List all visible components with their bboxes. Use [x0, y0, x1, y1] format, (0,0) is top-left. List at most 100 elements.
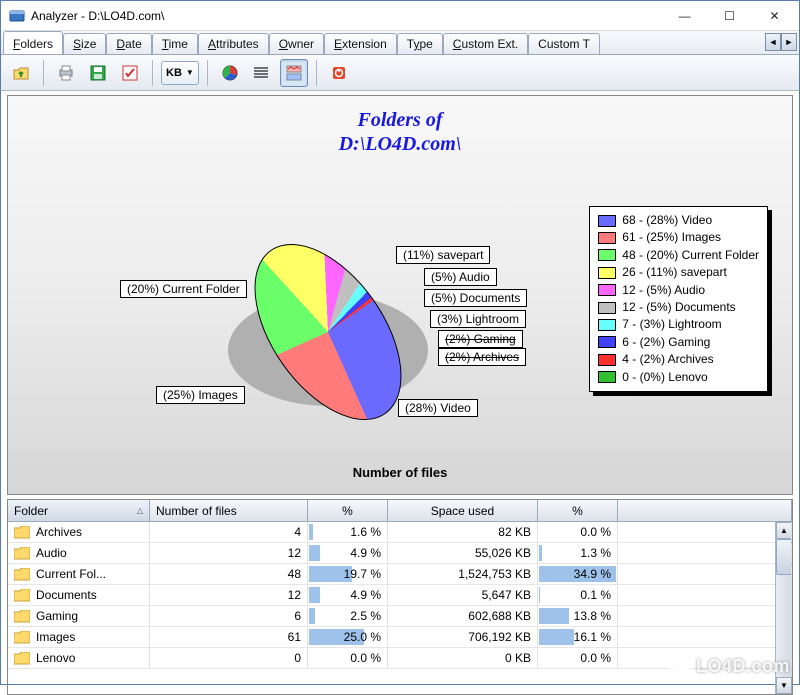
- cell-pct-space: 1.3 %: [538, 543, 618, 563]
- legend-item: 61 - (25%) Images: [598, 229, 759, 246]
- cell-pct-files: 1.6 %: [308, 522, 388, 542]
- cell-nfiles: 4: [150, 522, 308, 542]
- cell-pct-files: 25.0 %: [308, 627, 388, 647]
- column-header-space-used[interactable]: Space used: [388, 500, 538, 521]
- tab-time[interactable]: Time: [152, 33, 198, 54]
- table-row[interactable]: Images6125.0 %706,192 KB16.1 %: [8, 627, 792, 648]
- cell-space: 55,026 KB: [388, 543, 538, 563]
- close-button[interactable]: ✕: [752, 1, 797, 30]
- column-header-number-of-files[interactable]: Number of files: [150, 500, 308, 521]
- save-button[interactable]: [84, 59, 112, 87]
- tab-date[interactable]: Date: [106, 33, 151, 54]
- up-folder-button[interactable]: [7, 59, 35, 87]
- legend-item: 26 - (11%) savepart: [598, 264, 759, 281]
- table-row[interactable]: Archives41.6 %82 KB0.0 %: [8, 522, 792, 543]
- minimize-button[interactable]: —: [662, 1, 707, 30]
- cell-nfiles: 48: [150, 564, 308, 584]
- callout-current-folder: (20%) Current Folder: [120, 280, 247, 298]
- callout-audio: (5%) Audio: [424, 268, 497, 286]
- chart-and-list-view-button[interactable]: [280, 59, 308, 87]
- tab-attributes[interactable]: Attributes: [198, 33, 269, 54]
- cell-pct-space: 16.1 %: [538, 627, 618, 647]
- chart-area: Folders of D:\LO4D.com\ (28%) Video (25%…: [7, 95, 793, 495]
- cell-space: 5,647 KB: [388, 585, 538, 605]
- legend-label: 0 - (0%) Lenovo: [622, 369, 707, 386]
- tab-size[interactable]: Size: [63, 33, 106, 54]
- column-header-percent-files[interactable]: %: [308, 500, 388, 521]
- column-header-percent-space[interactable]: %: [538, 500, 618, 521]
- cell-space: 0 KB: [388, 648, 538, 668]
- tab-extension[interactable]: Extension: [324, 33, 397, 54]
- legend-item: 68 - (28%) Video: [598, 212, 759, 229]
- cell-folder: Documents: [8, 585, 150, 605]
- window-title: Analyzer - D:\LO4D.com\: [31, 9, 164, 23]
- cell-spacer: [618, 543, 792, 563]
- legend-label: 12 - (5%) Documents: [622, 299, 735, 316]
- column-header-folder[interactable]: Folder△: [8, 500, 150, 521]
- app-icon: [9, 8, 25, 24]
- print-button[interactable]: [52, 59, 80, 87]
- legend-swatch: [598, 249, 616, 261]
- scroll-down-button[interactable]: ▼: [776, 677, 792, 694]
- cell-spacer: [618, 627, 792, 647]
- cell-pct-space: 34.9 %: [538, 564, 618, 584]
- tabbar: FoldersSizeDateTimeAttributesOwnerExtens…: [1, 31, 799, 55]
- legend-swatch: [598, 336, 616, 348]
- legend-item: 4 - (2%) Archives: [598, 351, 759, 368]
- legend-item: 48 - (20%) Current Folder: [598, 247, 759, 264]
- cell-pct-files: 4.9 %: [308, 585, 388, 605]
- cell-spacer: [618, 606, 792, 626]
- column-header-spacer: [618, 500, 792, 521]
- sort-asc-icon: △: [137, 506, 143, 515]
- tab-owner[interactable]: Owner: [269, 33, 324, 54]
- unit-label: KB: [166, 67, 182, 79]
- legend-label: 7 - (3%) Lightroom: [622, 316, 721, 333]
- table-row[interactable]: Documents124.9 %5,647 KB0.1 %: [8, 585, 792, 606]
- folder-grid: Folder△ Number of files % Space used % ▲…: [7, 499, 793, 695]
- legend-swatch: [598, 284, 616, 296]
- legend-item: 0 - (0%) Lenovo: [598, 369, 759, 386]
- cell-folder: Lenovo: [8, 648, 150, 668]
- callout-documents: (5%) Documents: [424, 289, 527, 307]
- table-row[interactable]: Audio124.9 %55,026 KB1.3 %: [8, 543, 792, 564]
- legend-item: 12 - (5%) Audio: [598, 282, 759, 299]
- details-view-button[interactable]: [248, 59, 276, 87]
- table-row[interactable]: Current Fol...4819.7 %1,524,753 KB34.9 %: [8, 564, 792, 585]
- tab-type[interactable]: Type: [397, 33, 443, 54]
- cell-space: 82 KB: [388, 522, 538, 542]
- pie-chart-view-button[interactable]: [216, 59, 244, 87]
- tab-scroll-right[interactable]: ►: [781, 33, 797, 51]
- callout-savepart: (11%) savepart: [396, 246, 490, 264]
- legend-swatch: [598, 371, 616, 383]
- grid-header: Folder△ Number of files % Space used %: [8, 500, 792, 522]
- cell-folder: Archives: [8, 522, 150, 542]
- legend-label: 6 - (2%) Gaming: [622, 334, 710, 351]
- legend-label: 12 - (5%) Audio: [622, 282, 705, 299]
- maximize-button[interactable]: ☐: [707, 1, 752, 30]
- options-button[interactable]: [116, 59, 144, 87]
- unit-kb-dropdown[interactable]: KB ▼: [161, 61, 199, 85]
- chart-subtitle: Number of files: [8, 465, 792, 480]
- cell-nfiles: 61: [150, 627, 308, 647]
- tab-custom-t[interactable]: Custom T: [528, 33, 600, 54]
- legend-label: 68 - (28%) Video: [622, 212, 712, 229]
- cell-spacer: [618, 564, 792, 584]
- grid-body: ▲ ▼ Archives41.6 %82 KB0.0 %Audio124.9 %…: [8, 522, 792, 694]
- table-row[interactable]: Lenovo00.0 %0 KB0.0 %: [8, 648, 792, 669]
- tab-scroll-left[interactable]: ◄: [765, 33, 781, 51]
- table-row[interactable]: Gaming62.5 %602,688 KB13.8 %: [8, 606, 792, 627]
- callout-gaming: (2%) Gaming: [438, 330, 523, 348]
- tab-folders[interactable]: Folders: [3, 31, 63, 54]
- stop-button[interactable]: [325, 59, 353, 87]
- tab-custom-ext-[interactable]: Custom Ext.: [443, 33, 528, 54]
- legend-swatch: [598, 354, 616, 366]
- cell-folder: Current Fol...: [8, 564, 150, 584]
- callout-images: (25%) Images: [156, 386, 245, 404]
- legend-swatch: [598, 319, 616, 331]
- toolbar: KB ▼: [1, 55, 799, 91]
- legend-item: 6 - (2%) Gaming: [598, 334, 759, 351]
- cell-folder: Images: [8, 627, 150, 647]
- chart-title: Folders of D:\LO4D.com\: [8, 108, 792, 156]
- cell-spacer: [618, 648, 792, 668]
- legend-swatch: [598, 302, 616, 314]
